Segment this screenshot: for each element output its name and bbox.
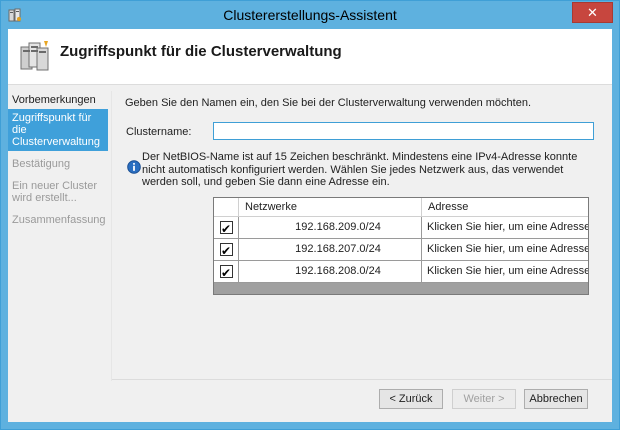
network-cell: 192.168.208.0/24 [239,261,422,282]
row-select-cell: ✔ [214,239,239,260]
check-mark-icon: ✔ [221,222,232,236]
title-bar[interactable]: Clustererstellungs-Assistent ✕ [1,1,619,29]
nav-item-zugriffspunkt[interactable]: Zugriffspunkt für die Clusterverwaltung [8,109,108,151]
netbios-info-text: Der NetBIOS-Name ist auf 15 Zeichen besc… [142,151,578,188]
content-divider [111,91,112,381]
client-area: Zugriffspunkt für die Clusterverwaltung … [8,29,612,422]
intro-text: Geben Sie den Namen ein, den Sie bei der… [125,97,532,109]
cluster-server-icon [20,41,49,71]
networks-table: Netzwerke Adresse ✔ 192.168.209.0/24 Kli… [213,197,589,295]
cluster-name-label: Clustername: [126,126,192,138]
column-header-select[interactable] [214,198,239,216]
info-icon [127,160,141,174]
row-select-cell: ✔ [214,217,239,238]
next-button[interactable]: Weiter > [452,389,516,409]
network-checkbox[interactable]: ✔ [220,243,233,258]
table-row: ✔ 192.168.207.0/24 Klicken Sie hier, um … [214,239,588,261]
nav-item-zusammenfassung: Zusammenfassung [12,214,106,226]
window-bottom-border [1,422,619,429]
address-cell[interactable]: Klicken Sie hier, um eine Adresse e... [422,261,588,282]
nav-item-cluster-erstellen: Ein neuer Cluster wird erstellt... [12,180,97,204]
network-checkbox[interactable]: ✔ [220,221,233,236]
table-row: ✔ 192.168.208.0/24 Klicken Sie hier, um … [214,261,588,283]
window-title: Clustererstellungs-Assistent [223,7,397,23]
nav-item-vorbemerkungen[interactable]: Vorbemerkungen [8,91,108,109]
page-title: Zugriffspunkt für die Clusterverwaltung [60,43,342,60]
cancel-button[interactable]: Abbrechen [524,389,588,409]
cluster-name-input[interactable] [213,122,594,140]
wizard-steps-nav: Vorbemerkungen Zugriffspunkt für die Clu… [8,91,108,229]
column-header-networks[interactable]: Netzwerke [239,198,422,216]
wizard-header: Zugriffspunkt für die Clusterverwaltung [8,29,612,85]
row-select-cell: ✔ [214,261,239,282]
network-checkbox[interactable]: ✔ [220,265,233,280]
footer-divider [112,379,612,380]
close-button[interactable]: ✕ [572,2,613,23]
network-cell: 192.168.207.0/24 [239,239,422,260]
column-header-address[interactable]: Adresse [422,198,588,216]
nav-item-bestaetigung: Bestätigung [12,158,71,170]
table-header: Netzwerke Adresse [214,198,588,217]
check-mark-icon: ✔ [221,244,232,258]
back-button[interactable]: < Zurück [379,389,443,409]
network-cell: 192.168.209.0/24 [239,217,422,238]
wizard-window: Clustererstellungs-Assistent ✕ Zugriffsp… [0,0,620,430]
address-cell[interactable]: Klicken Sie hier, um eine Adresse e... [422,217,588,238]
table-row: ✔ 192.168.209.0/24 Klicken Sie hier, um … [214,217,588,239]
address-cell[interactable]: Klicken Sie hier, um eine Adresse e... [422,239,588,260]
check-mark-icon: ✔ [221,266,232,280]
